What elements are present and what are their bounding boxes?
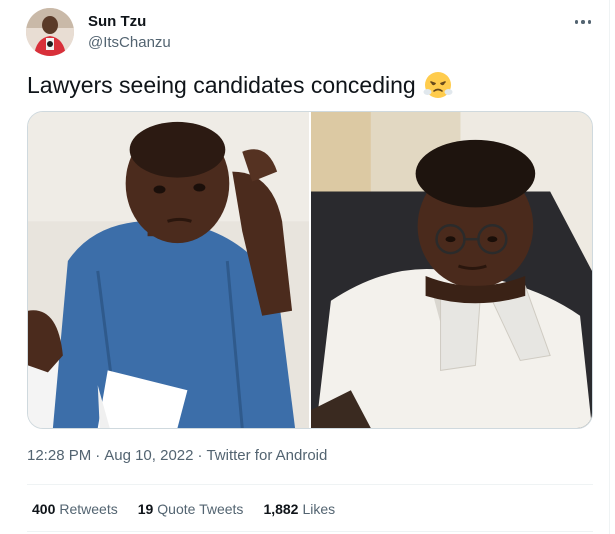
timeline-border bbox=[609, 0, 610, 534]
retweets-count: 400 bbox=[32, 501, 56, 517]
avatar-image bbox=[26, 8, 74, 56]
tweet-date[interactable]: Aug 10, 2022 bbox=[104, 446, 193, 466]
meta-separator: · bbox=[197, 447, 203, 464]
media-photo-right[interactable] bbox=[311, 112, 592, 428]
tweet-media[interactable] bbox=[27, 111, 593, 429]
retweets-label: Retweets bbox=[59, 501, 118, 517]
tweet-source[interactable]: Twitter for Android bbox=[206, 446, 327, 466]
meta-separator: · bbox=[95, 447, 101, 464]
tweet-header: Sun Tzu @ItsChanzu bbox=[26, 8, 596, 58]
tweet-text: Lawyers seeing candidates conceding bbox=[27, 72, 416, 98]
photo-boy-thinking bbox=[28, 112, 309, 428]
retweets-stat[interactable]: 400 Retweets bbox=[32, 500, 118, 518]
face-with-steam-from-nose-icon bbox=[423, 70, 453, 100]
tweet-meta: 12:28 PM · Aug 10, 2022 · Twitter for An… bbox=[27, 446, 327, 466]
likes-stat[interactable]: 1,882 Likes bbox=[263, 500, 335, 518]
more-options-icon[interactable] bbox=[570, 12, 596, 32]
tweet-stats: 400 Retweets 19 Quote Tweets 1,882 Likes bbox=[32, 500, 335, 518]
likes-count: 1,882 bbox=[263, 501, 299, 517]
quote-tweets-stat[interactable]: 19 Quote Tweets bbox=[138, 500, 244, 518]
author-display-name[interactable]: Sun Tzu bbox=[88, 12, 171, 31]
divider bbox=[27, 531, 593, 532]
likes-label: Likes bbox=[302, 501, 336, 517]
quote-tweets-count: 19 bbox=[137, 501, 154, 517]
divider bbox=[27, 484, 593, 485]
media-photo-left[interactable] bbox=[28, 112, 309, 428]
quote-tweets-label: Quote Tweets bbox=[157, 501, 244, 517]
tweet-time[interactable]: 12:28 PM bbox=[27, 446, 91, 466]
tweet-body: Lawyers seeing candidates conceding bbox=[27, 70, 453, 100]
photo-man-in-robes bbox=[311, 112, 592, 428]
avatar[interactable] bbox=[26, 8, 74, 56]
author-handle[interactable]: @ItsChanzu bbox=[88, 33, 171, 52]
